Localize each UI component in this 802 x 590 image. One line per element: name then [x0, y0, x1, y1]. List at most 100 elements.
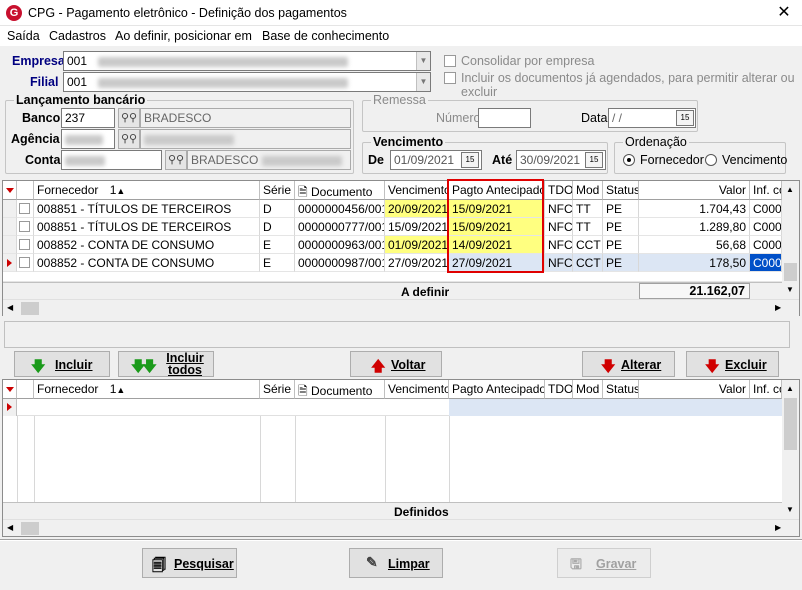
menu-saida[interactable]: Saída: [7, 29, 40, 43]
incluir-label: Incluir: [55, 358, 93, 372]
binoculars-icon[interactable]: ⚲⚲: [118, 108, 140, 128]
close-icon[interactable]: ✕: [772, 3, 796, 23]
filial-dropdown-icon[interactable]: ▼: [416, 73, 430, 91]
menu-base-conhecimento[interactable]: Base de conhecimento: [262, 29, 389, 43]
radio-vencimento[interactable]: [705, 154, 717, 166]
numero-input[interactable]: [478, 108, 531, 128]
col-mod[interactable]: Mod: [573, 380, 603, 399]
footer-definidos: Definidos: [394, 505, 449, 519]
limpar-button[interactable]: ✎ Limpar: [349, 548, 443, 578]
scroll-left-icon[interactable]: ◀: [7, 303, 13, 312]
radio-fornecedor-label: Fornecedor: [640, 153, 704, 167]
calendar-icon[interactable]: 15: [676, 110, 694, 126]
pesquisar-button[interactable]: 🗐 Pesquisar: [142, 548, 237, 578]
grid-vertical-scrollbar[interactable]: ▲ ▼: [782, 380, 799, 519]
col-serie[interactable]: Série: [260, 380, 295, 399]
col-fornecedor[interactable]: Fornecedor 1▲: [34, 181, 260, 200]
table-row[interactable]: 008852 - CONTA DE CONSUMO E 0000000987/001…: [3, 254, 782, 272]
col-valor[interactable]: Valor: [639, 380, 750, 399]
banco-input[interactable]: 237: [61, 108, 115, 128]
binoculars-icon[interactable]: ⚲⚲: [165, 150, 187, 170]
col-tdo[interactable]: TDO: [545, 181, 573, 200]
grid-check-header: [17, 181, 34, 200]
vencimento-title: Vencimento: [371, 135, 446, 149]
row-checkbox[interactable]: [19, 239, 30, 250]
col-inf[interactable]: Inf. co: [750, 380, 782, 399]
table-row[interactable]: 008851 - TÍTULOS DE TERCEIROS D 0000000777…: [3, 218, 782, 236]
row-checkbox[interactable]: [19, 203, 30, 214]
binoculars-icon[interactable]: ⚲⚲: [118, 129, 140, 149]
col-vencimento[interactable]: Vencimento: [385, 380, 449, 399]
scroll-right-icon[interactable]: ▶: [775, 523, 781, 532]
scroll-up-icon[interactable]: ▲: [786, 185, 794, 194]
col-serie[interactable]: Série: [260, 181, 295, 200]
table-row[interactable]: 008852 - CONTA DE CONSUMO E 0000000963/001…: [3, 236, 782, 254]
search-document-icon: 🗐: [152, 557, 166, 573]
grid-vertical-scrollbar[interactable]: ▲ ▼: [782, 181, 799, 299]
cell-vencimento: 27/09/2021: [385, 254, 449, 272]
col-fornecedor-label: Fornecedor: [37, 382, 99, 396]
lancamento-title: Lançamento bancário: [14, 93, 148, 107]
scroll-thumb[interactable]: [21, 302, 39, 315]
table-row[interactable]: 008851 - TÍTULOS DE TERCEIROS D 0000000456…: [3, 200, 782, 218]
col-inf[interactable]: Inf. co: [750, 181, 782, 200]
numero-label: Número: [436, 111, 481, 125]
grid-horizontal-scrollbar[interactable]: ◀ ▶: [3, 299, 799, 316]
scroll-up-icon[interactable]: ▲: [786, 384, 794, 393]
agencia-input[interactable]: [61, 129, 115, 149]
col-fornecedor[interactable]: Fornecedor 1▲: [34, 380, 260, 399]
alterar-button[interactable]: 🡇 Alterar: [582, 351, 675, 377]
col-pagto-antecipado[interactable]: Pagto Antecipado: [449, 380, 545, 399]
scroll-down-icon[interactable]: ▼: [786, 285, 794, 294]
cell-mod: CCT: [573, 254, 603, 272]
row-checkbox-cell: [17, 200, 34, 218]
calendar-icon[interactable]: 15: [461, 152, 479, 168]
empresa-combo[interactable]: 001: [63, 51, 431, 71]
empresa-label: Empresa: [12, 54, 65, 68]
incluir-agendados-checkbox[interactable]: [444, 72, 456, 84]
col-mod[interactable]: Mod: [573, 181, 603, 200]
scroll-thumb[interactable]: [784, 263, 797, 281]
col-documento[interactable]: 🗎 Documento: [295, 380, 385, 399]
grid-horizontal-scrollbar[interactable]: ◀ ▶: [3, 519, 799, 536]
document-icon: 🗎: [298, 185, 308, 199]
scroll-thumb[interactable]: [784, 398, 797, 450]
voltar-button[interactable]: 🡅 Voltar: [350, 351, 442, 377]
scroll-down-icon[interactable]: ▼: [786, 505, 794, 514]
conta-input[interactable]: [61, 150, 162, 170]
row-selected-cells: [449, 399, 782, 416]
row-indicator: [3, 399, 17, 416]
scroll-left-icon[interactable]: ◀: [7, 523, 13, 532]
cell-serie: D: [260, 200, 295, 218]
menu-cadastros[interactable]: Cadastros: [49, 29, 106, 43]
col-status[interactable]: Status: [603, 380, 639, 399]
filial-combo[interactable]: 001: [63, 72, 431, 92]
col-divider: [295, 416, 296, 502]
filial-value: 001: [67, 75, 88, 89]
col-documento[interactable]: 🗎 Documento: [295, 181, 385, 200]
scroll-thumb[interactable]: [21, 522, 39, 535]
incluir-todos-button[interactable]: 🡇🡇 Incluir todos: [118, 351, 214, 377]
cell-valor: 56,68: [639, 236, 750, 254]
row-checkbox[interactable]: [19, 257, 30, 268]
cell-inf: C0000: [750, 218, 782, 236]
col-tdo[interactable]: TDO: [545, 380, 573, 399]
limpar-label: Limpar: [388, 557, 430, 571]
excluir-button[interactable]: 🡇 Excluir: [686, 351, 779, 377]
menu-ao-definir[interactable]: Ao definir, posicionar em: [115, 29, 252, 43]
col-vencimento[interactable]: Vencimento: [385, 181, 449, 200]
empresa-dropdown-icon[interactable]: ▼: [416, 52, 430, 70]
grid-footer: A definir 21.162,07: [3, 282, 782, 299]
calendar-icon[interactable]: 15: [585, 152, 603, 168]
col-valor[interactable]: Valor: [639, 181, 750, 200]
col-status[interactable]: Status: [603, 181, 639, 200]
incluir-button[interactable]: 🡇 Incluir: [14, 351, 110, 377]
consolidar-checkbox[interactable]: [444, 55, 456, 67]
agencia-name: [140, 129, 351, 149]
scroll-right-icon[interactable]: ▶: [775, 303, 781, 312]
eraser-icon: ✎: [366, 554, 378, 570]
row-checkbox[interactable]: [19, 221, 30, 232]
gravar-button[interactable]: 🖫 Gravar: [557, 548, 651, 578]
table-row[interactable]: [3, 399, 782, 416]
radio-fornecedor[interactable]: [623, 154, 635, 166]
